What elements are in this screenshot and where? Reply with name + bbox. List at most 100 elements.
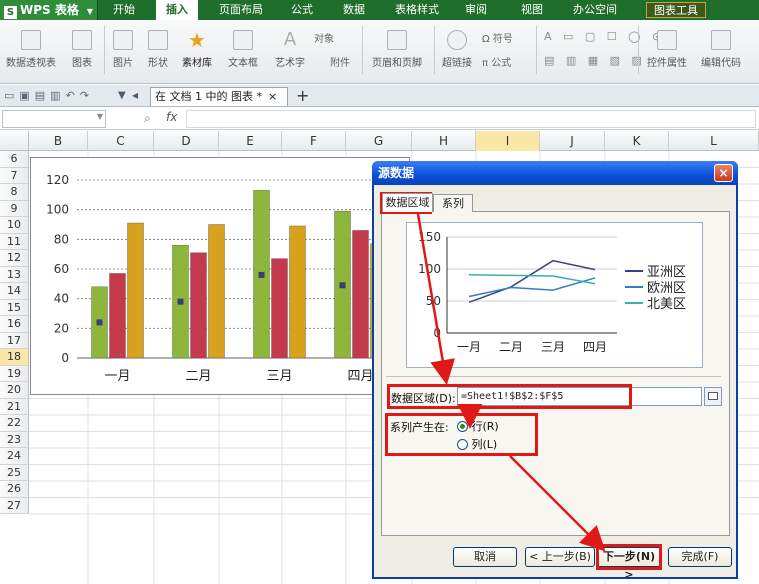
- row-header-23[interactable]: 23: [0, 431, 29, 448]
- column-header-g[interactable]: G: [346, 131, 412, 151]
- equation-button[interactable]: π 公式: [482, 54, 511, 69]
- control-properties-icon: [657, 30, 677, 50]
- chart-button[interactable]: 图表: [64, 30, 100, 74]
- finish-button[interactable]: 完成(F): [668, 547, 732, 567]
- row-header-12[interactable]: 12: [0, 250, 29, 267]
- ribbon-separator: [104, 26, 105, 74]
- quick-access-toolbar[interactable]: ▭▣▤▥↶↷: [4, 89, 94, 102]
- equation-label: 公式: [491, 58, 512, 69]
- column-header-h[interactable]: H: [412, 131, 476, 151]
- picture-button[interactable]: 图片: [108, 30, 138, 74]
- row-header-27[interactable]: 27: [0, 497, 29, 514]
- object-button[interactable]: 对象: [314, 30, 334, 45]
- menu-formulas[interactable]: 公式: [282, 0, 322, 20]
- wordart-button[interactable]: A 艺术字: [268, 30, 312, 74]
- row-header-9[interactable]: 9: [0, 200, 29, 217]
- menu-data[interactable]: 数据: [334, 0, 374, 20]
- wordart-icon: A: [283, 29, 297, 50]
- menu-view[interactable]: 视图: [512, 0, 552, 20]
- textbox-button[interactable]: 文本框: [220, 30, 266, 74]
- header-footer-label: 页眉和页脚: [372, 58, 422, 69]
- line-chart-x-tick-label: 三月: [541, 340, 565, 354]
- line-chart-x-tick-label: 一月: [457, 340, 481, 354]
- zoom-search-icon[interactable]: ⌕: [144, 111, 151, 126]
- row-header-26[interactable]: 26: [0, 481, 29, 498]
- bar-chart-y-tick-label: 100: [46, 203, 69, 217]
- tab-series[interactable]: 系列: [433, 194, 473, 212]
- cancel-button[interactable]: 取消: [453, 547, 517, 567]
- row-header-13[interactable]: 13: [0, 266, 29, 283]
- bar-chart-x-tick-label: 一月: [104, 369, 130, 384]
- row-header-24[interactable]: 24: [0, 448, 29, 465]
- menu-home[interactable]: 开始: [104, 0, 144, 20]
- star-icon: ★: [188, 28, 206, 52]
- formula-input[interactable]: [186, 110, 756, 128]
- row-header-11[interactable]: 11: [0, 233, 29, 250]
- menu-office-space[interactable]: 办公空间: [566, 0, 624, 20]
- legend-label: 北美区: [647, 297, 686, 312]
- menu-table-style[interactable]: 表格样式: [388, 0, 446, 20]
- bar: [190, 252, 207, 359]
- tab-list-dropdown-icon[interactable]: ▼: [118, 90, 126, 101]
- column-header-j[interactable]: J: [540, 131, 605, 151]
- row-header-17[interactable]: 17: [0, 332, 29, 349]
- tabs-scroll-left-icon[interactable]: ◂: [132, 88, 138, 102]
- name-box[interactable]: ▼: [2, 110, 106, 128]
- symbol-button[interactable]: Ω 符号: [482, 30, 513, 45]
- collapse-range-button[interactable]: [704, 387, 722, 406]
- row-header-19[interactable]: 19: [0, 365, 29, 382]
- row-header-7[interactable]: 7: [0, 167, 29, 184]
- column-header-b[interactable]: B: [29, 131, 88, 151]
- control-properties-button[interactable]: 控件属性: [642, 30, 692, 74]
- edit-code-icon: [711, 30, 731, 50]
- row-header-15[interactable]: 15: [0, 299, 29, 316]
- dialog-close-button[interactable]: ×: [714, 164, 733, 182]
- row-header-18[interactable]: 18: [0, 349, 29, 366]
- embedded-chart[interactable]: 0 20 40 60 80 100 120 一月 二月 三月 四月: [30, 157, 410, 395]
- bar: [109, 273, 126, 359]
- pivot-table-label: 数据透视表: [6, 58, 56, 69]
- column-header-k[interactable]: K: [605, 131, 669, 151]
- column-header-i[interactable]: I: [476, 131, 540, 151]
- close-tab-icon[interactable]: ×: [268, 90, 277, 103]
- menu-review[interactable]: 审阅: [456, 0, 496, 20]
- new-tab-icon[interactable]: +: [296, 86, 309, 105]
- material-library-button[interactable]: ★ 素材库: [178, 30, 216, 74]
- column-header-d[interactable]: D: [154, 131, 219, 151]
- attachment-button[interactable]: 附件: [330, 54, 350, 69]
- select-all-corner[interactable]: [0, 131, 29, 151]
- header-footer-icon: [387, 30, 407, 50]
- column-header-e[interactable]: E: [219, 131, 282, 151]
- column-header-c[interactable]: C: [88, 131, 154, 151]
- shapes-button[interactable]: 形状: [140, 30, 176, 74]
- row-header-14[interactable]: 14: [0, 283, 29, 300]
- form-controls-row-2[interactable]: ▤ ▥ ▦ ▧ ▨: [544, 54, 646, 67]
- document-tab[interactable]: 在 文档 1 中的 图表 * ×: [150, 87, 288, 106]
- hyperlink-button[interactable]: 超链接: [438, 30, 476, 74]
- menu-page-layout[interactable]: 页面布局: [212, 0, 270, 20]
- name-box-dropdown-icon[interactable]: ▼: [97, 112, 103, 121]
- edit-code-button[interactable]: 编辑代码: [696, 30, 746, 74]
- line-chart-y-tick-label: 150: [418, 230, 441, 244]
- row-header-6[interactable]: 6: [0, 151, 29, 168]
- row-header-10[interactable]: 10: [0, 217, 29, 234]
- row-header-22[interactable]: 22: [0, 415, 29, 432]
- column-header-l[interactable]: L: [669, 131, 759, 151]
- function-icon[interactable]: fx: [166, 110, 177, 124]
- row-header-8[interactable]: 8: [0, 184, 29, 201]
- wps-app-menu-button[interactable]: S WPS 表格 ▼: [0, 0, 98, 20]
- header-footer-button[interactable]: 页眉和页脚: [366, 30, 428, 74]
- row-header-21[interactable]: 21: [0, 398, 29, 415]
- chart-tools-tab[interactable]: 图表工具: [646, 2, 706, 18]
- pivot-table-button[interactable]: 数据透视表: [2, 30, 60, 74]
- line-chart-y-tick-label: 100: [418, 262, 441, 276]
- row-header-25[interactable]: 25: [0, 464, 29, 481]
- menu-insert[interactable]: 插入: [156, 0, 198, 20]
- highlight-series-in: [385, 413, 538, 456]
- row-header-16[interactable]: 16: [0, 316, 29, 333]
- series-line: [468, 259, 596, 303]
- tab-data-range[interactable]: 数据区域: [382, 193, 433, 212]
- row-header-20[interactable]: 20: [0, 382, 29, 399]
- back-button[interactable]: < 上一步(B): [525, 547, 595, 567]
- column-header-f[interactable]: F: [282, 131, 346, 151]
